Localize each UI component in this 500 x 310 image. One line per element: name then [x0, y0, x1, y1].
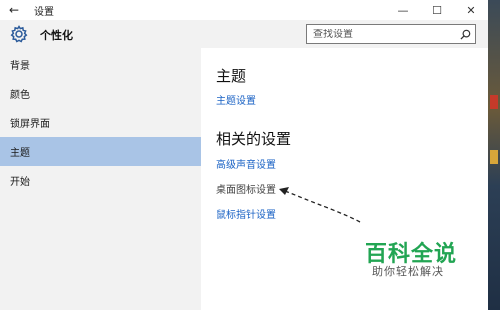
- watermark-slogan: 助你轻松解决: [372, 265, 444, 278]
